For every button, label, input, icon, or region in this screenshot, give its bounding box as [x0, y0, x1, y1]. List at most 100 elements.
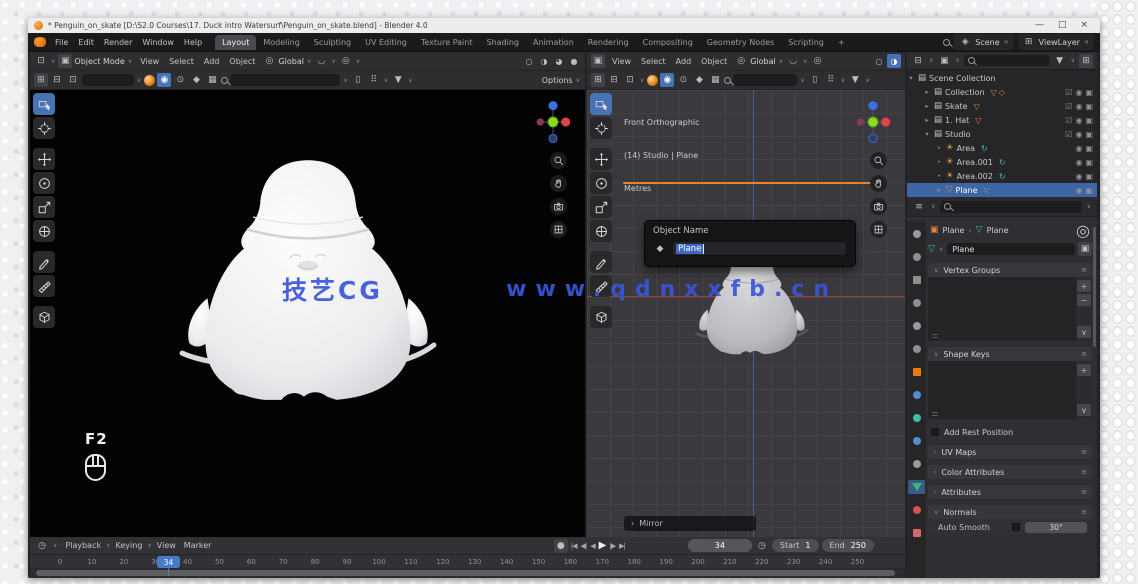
check-toggle-icon[interactable]: ☑: [1065, 130, 1072, 139]
tool-cursor-button[interactable]: [33, 117, 55, 139]
breadcrumb-data[interactable]: Plane: [987, 226, 1009, 235]
auto-smooth-value[interactable]: 30°: [1025, 522, 1087, 533]
camera-toggle-icon[interactable]: ▣: [1085, 158, 1093, 167]
filter-icon[interactable]: ▼: [1053, 54, 1067, 68]
tool-option-icon[interactable]: ⊡: [66, 73, 80, 87]
check-toggle-icon[interactable]: ☑: [1065, 88, 1072, 97]
tool-transform-button[interactable]: [590, 220, 612, 242]
resize-handle-icon[interactable]: [932, 412, 938, 416]
workspace-tab-texture-paint[interactable]: Texture Paint: [414, 35, 480, 50]
timeline-menu-marker[interactable]: Marker: [180, 539, 216, 552]
solid-shading-button[interactable]: ◑: [537, 54, 551, 68]
properties-search-field[interactable]: [940, 201, 1081, 213]
viewport-grid-button[interactable]: [550, 221, 567, 238]
eye-toggle-icon[interactable]: ◉: [1075, 88, 1082, 97]
camera-toggle-icon[interactable]: ▣: [1085, 88, 1093, 97]
eye-toggle-icon[interactable]: ◉: [1075, 116, 1082, 125]
section-menu-icon[interactable]: ≡: [1081, 508, 1087, 516]
search-icon[interactable]: [943, 39, 950, 46]
filter-icon[interactable]: ▼: [848, 73, 862, 87]
proportional-editing-icon[interactable]: ◎: [811, 54, 825, 68]
viewport-left-canvas[interactable]: F2: [30, 90, 585, 537]
workspace-tab-scripting[interactable]: Scripting: [781, 35, 831, 50]
solid-shading-button[interactable]: ◑: [887, 54, 901, 68]
current-frame-field[interactable]: 34: [688, 539, 752, 552]
orientation-selector[interactable]: Global: [278, 57, 304, 66]
properties-tab-output[interactable]: [908, 273, 925, 287]
jump-to-end-button[interactable]: ▶|: [619, 542, 625, 550]
shape-keys-list[interactable]: + ∨: [928, 361, 1092, 419]
viewport-menu-view[interactable]: View: [135, 55, 164, 68]
options-dropdown[interactable]: Options: [542, 76, 573, 85]
xray-icon[interactable]: ▦: [708, 73, 722, 87]
editor-type-icon[interactable]: ⊡: [34, 54, 48, 68]
check-toggle-icon[interactable]: ☑: [1065, 116, 1072, 125]
mode-selector[interactable]: Object Mode: [74, 57, 124, 66]
properties-tab-object-data[interactable]: [908, 480, 925, 494]
outliner-search-field[interactable]: [964, 55, 1050, 66]
frame-end-field[interactable]: End 250: [822, 539, 874, 552]
properties-tab-render[interactable]: [908, 250, 925, 264]
tool-move-button[interactable]: [33, 148, 55, 170]
pin-icon[interactable]: ◎: [1076, 221, 1090, 240]
properties-tab-texture[interactable]: [908, 526, 925, 540]
eye-toggle-icon[interactable]: ◉: [1075, 102, 1082, 111]
material-shading-button[interactable]: ◕: [552, 54, 566, 68]
section-uv-maps[interactable]: › UV Maps ≡: [928, 445, 1092, 459]
outliner-row-scene-collection[interactable]: ▾ ▤ Scene Collection: [907, 71, 1097, 85]
rendered-shading-button[interactable]: ●: [567, 54, 581, 68]
eye-toggle-icon[interactable]: ◉: [1075, 186, 1082, 195]
viewport-search-field[interactable]: [733, 74, 797, 86]
snap-magnet-icon[interactable]: ◡: [314, 54, 328, 68]
minimize-button[interactable]: —: [1035, 21, 1044, 30]
tool-scale-button[interactable]: [33, 196, 55, 218]
properties-scrollbar[interactable]: [1093, 227, 1096, 347]
eye-toggle-icon[interactable]: ◉: [1075, 130, 1082, 139]
tool-add-cube-button[interactable]: [590, 306, 612, 328]
menu-window[interactable]: Window: [137, 36, 179, 49]
list-area[interactable]: [928, 361, 1076, 419]
expander-icon[interactable]: ▾: [907, 74, 915, 82]
overlay-icon[interactable]: ⊙: [173, 73, 187, 87]
camera-toggle-icon[interactable]: ▣: [1085, 144, 1093, 153]
eye-toggle-icon[interactable]: ◉: [1075, 144, 1082, 153]
menu-help[interactable]: Help: [179, 36, 207, 49]
viewport-search-field[interactable]: [230, 74, 340, 86]
tool-cursor-button[interactable]: [590, 117, 612, 139]
expander-icon[interactable]: ▸: [923, 102, 931, 110]
tool-rotate-button[interactable]: [590, 172, 612, 194]
workspace-tab-[interactable]: +: [831, 35, 852, 50]
viewport-menu-add[interactable]: Add: [199, 55, 225, 68]
properties-tab-world[interactable]: [908, 342, 925, 356]
tool-select-box-button[interactable]: [590, 93, 612, 115]
viewport-menu-object[interactable]: Object: [696, 55, 732, 68]
proportional-editing-icon[interactable]: ◎: [339, 54, 353, 68]
tool-setting-field[interactable]: [82, 74, 134, 86]
viewport-search-icon[interactable]: [221, 77, 228, 84]
vertex-groups-list[interactable]: + − ∨: [928, 277, 1092, 341]
tool-option-icon[interactable]: ⊟: [607, 73, 621, 87]
outliner-row-studio[interactable]: ▾▤Studio☑◉▣: [907, 127, 1097, 141]
previous-keyframe-button[interactable]: ◀|: [581, 542, 587, 550]
viewport-menu-view[interactable]: View: [607, 55, 636, 68]
auto-keying-button[interactable]: ●: [554, 539, 568, 553]
specials-menu-button[interactable]: ∨: [1077, 404, 1091, 416]
operator-panel[interactable]: › Mirror: [624, 516, 756, 531]
wireframe-shading-button[interactable]: ○: [872, 54, 886, 68]
tool-annotate-button[interactable]: [33, 251, 55, 273]
fake-user-icon[interactable]: ▣: [1078, 242, 1092, 256]
viewport-grid-button[interactable]: [870, 221, 887, 238]
snap-toggle-active-icon[interactable]: ◉: [157, 73, 171, 87]
jump-to-start-button[interactable]: |◀: [571, 542, 577, 550]
check-toggle-icon[interactable]: ☑: [1065, 102, 1072, 111]
object-name-input[interactable]: Plane: [672, 241, 847, 256]
data-name-field[interactable]: Plane: [947, 243, 1075, 255]
remove-button[interactable]: −: [1077, 294, 1091, 306]
properties-tab-constraints[interactable]: [908, 457, 925, 471]
add-button[interactable]: +: [1077, 280, 1091, 292]
section-menu-icon[interactable]: ≡: [1081, 350, 1087, 358]
viewport-menu-select[interactable]: Select: [164, 55, 199, 68]
viewport-pan-button[interactable]: [550, 175, 567, 192]
wireframe-shading-button[interactable]: ○: [522, 54, 536, 68]
snap-toggle-active-icon[interactable]: ◉: [660, 73, 674, 87]
